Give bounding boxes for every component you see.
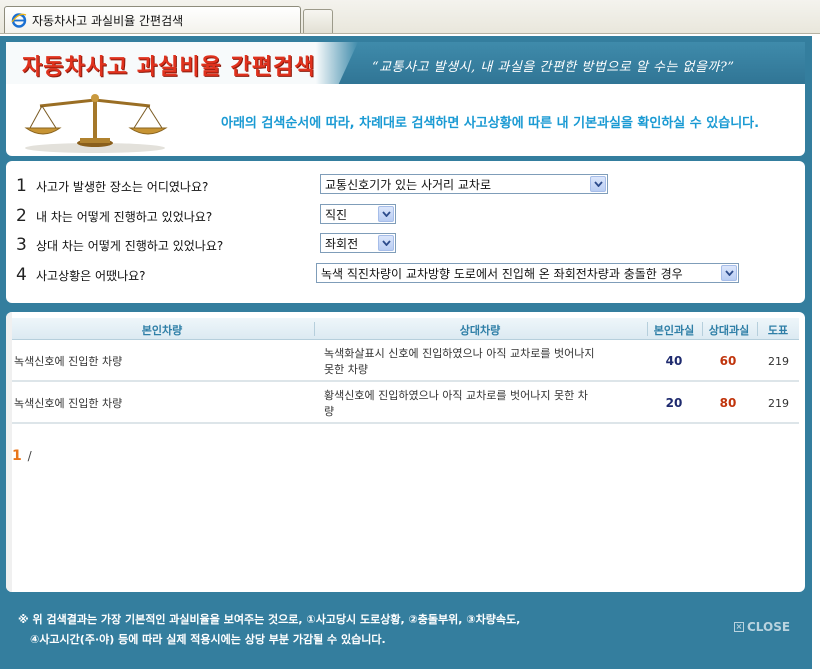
question-1: 1 사고가 발생한 장소는 어디였나요?: [16, 175, 208, 197]
dropdown-arrow-icon[interactable]: [590, 176, 606, 192]
question-label: 내 차는 어떻게 진행하고 있었나요?: [36, 209, 213, 224]
table-row[interactable]: 녹색신호에 진입한 차량 황색신호에 진입하였으나 아직 교차로를 벗어나지 못…: [12, 384, 799, 424]
other-car-cell-line1: 황색신호에 진입하였으나 아직 교차로를 벗어나지 못한 차: [324, 389, 588, 402]
other-fault-value: 80: [719, 396, 737, 410]
footer-note-line1: ※ 위 검색결과는 가장 기본적인 과실비율을 보여주는 것으로, ①사고당시 …: [18, 613, 521, 626]
dropdown-arrow-icon[interactable]: [378, 235, 394, 251]
browser-tab-active[interactable]: 자동차사고 과실비율 간편검색: [4, 6, 301, 33]
col-header-my-fault: 본인과실: [653, 324, 695, 337]
col-header-chart: 도표: [767, 324, 789, 337]
close-label: CLOSE: [747, 620, 791, 634]
footer-note: ※ 위 검색결과는 가장 기본적인 과실비율을 보여주는 것으로, ①사고당시 …: [18, 610, 520, 650]
result-panel: 본인차량 상대차량 본인과실 상대과실 도표 녹색신호에 진입한 차량 녹색화살…: [6, 312, 805, 592]
col-header-other-fault: 상대과실: [708, 324, 750, 337]
scales-of-justice-icon: [20, 88, 170, 154]
logo-title: 자동차사고 과실비율 간편검색: [22, 55, 316, 80]
ie-icon: [11, 12, 27, 28]
question-label: 사고가 발생한 장소는 어디였나요?: [36, 179, 209, 194]
my-car-direction-value: 직진: [325, 207, 348, 222]
right-gap: [812, 36, 820, 669]
new-tab-button[interactable]: [303, 9, 333, 33]
page-current[interactable]: 1: [12, 448, 22, 464]
question-label: 상대 차는 어떻게 진행하고 있었나요?: [36, 238, 224, 253]
question-panel: 1 사고가 발생한 장소는 어디였나요? 교통신호기가 있는 사거리 교차로 2…: [6, 161, 805, 303]
other-car-cell-line2: 량: [324, 405, 335, 418]
chart-number-link[interactable]: 219: [768, 396, 789, 412]
accident-situation-value: 녹색 직진차량이 교차방향 도로에서 진입해 온 좌회전차량과 충돌한 경우: [321, 266, 683, 281]
logo-badge: 자동차사고 과실비율 간편검색: [6, 42, 358, 88]
my-car-direction-select[interactable]: 직진: [320, 204, 396, 224]
question-number: 3: [16, 235, 27, 255]
location-select-value: 교통신호기가 있는 사거리 교차로: [325, 177, 492, 192]
slogan: “교통사고 발생시, 내 과실을 간편한 방법으로 알 수는 없을까?”: [372, 60, 735, 75]
other-fault-value: 60: [719, 354, 737, 368]
pagination: 1 /: [12, 448, 32, 464]
question-4: 4 사고상황은 어땠나요?: [16, 264, 146, 286]
header-banner: 자동차사고 과실비율 간편검색 “교통사고 발생시, 내 과실을 간편한 방법으…: [6, 42, 805, 88]
result-table-header: 본인차량 상대차량 본인과실 상대과실 도표: [12, 318, 799, 340]
dropdown-arrow-icon[interactable]: [721, 265, 737, 281]
col-header-my-car: 본인차량: [141, 324, 183, 337]
close-box-icon: ×: [734, 622, 744, 632]
dropdown-arrow-icon[interactable]: [378, 206, 394, 222]
close-button[interactable]: × CLOSE: [734, 620, 790, 634]
popup-frame: 자동차사고 과실비율 간편검색 “교통사고 발생시, 내 과실을 간편한 방법으…: [0, 36, 812, 669]
other-car-direction-select[interactable]: 좌회전: [320, 233, 396, 253]
page-separator: /: [27, 449, 32, 463]
accident-situation-select[interactable]: 녹색 직진차량이 교차방향 도로에서 진입해 온 좌회전차량과 충돌한 경우: [316, 263, 739, 283]
question-2: 2 내 차는 어떻게 진행하고 있었나요?: [16, 205, 212, 227]
table-row[interactable]: 녹색신호에 진입한 차량 녹색화살표시 신호에 진입하였으나 아직 교차로를 벗…: [12, 342, 799, 382]
my-fault-value: 20: [665, 396, 683, 410]
question-label: 사고상황은 어땠나요?: [36, 268, 146, 283]
other-car-cell-line1: 녹색화살표시 신호에 진입하였으나 아직 교차로를 벗어나지: [324, 347, 595, 360]
browser-tab-strip: 자동차사고 과실비율 간편검색: [0, 0, 820, 34]
tab-title: 자동차사고 과실비율 간편검색: [32, 13, 184, 28]
location-select[interactable]: 교통신호기가 있는 사거리 교차로: [320, 174, 608, 194]
footer-note-line2: ④사고시간(주·야) 등에 따라 실제 적용시에는 상당 부분 가감될 수 있습…: [30, 633, 386, 646]
other-car-direction-value: 좌회전: [325, 236, 359, 251]
col-header-other-car: 상대차량: [459, 324, 501, 337]
intro-panel: 아래의 검색순서에 따라, 차례대로 검색하면 사고상황에 따른 내 기본과실을…: [6, 84, 805, 156]
intro-instruction: 아래의 검색순서에 따라, 차례대로 검색하면 사고상황에 따른 내 기본과실을…: [221, 116, 760, 131]
chart-number-link[interactable]: 219: [768, 354, 789, 370]
my-fault-value: 40: [665, 354, 683, 368]
my-car-cell: 녹색신호에 진입한 차량: [14, 355, 123, 368]
question-number: 1: [16, 176, 27, 196]
question-number: 4: [16, 265, 27, 285]
question-3: 3 상대 차는 어떻게 진행하고 있었나요?: [16, 234, 223, 256]
question-number: 2: [16, 206, 27, 226]
my-car-cell: 녹색신호에 진입한 차량: [14, 397, 123, 410]
other-car-cell-line2: 못한 차량: [324, 363, 368, 376]
